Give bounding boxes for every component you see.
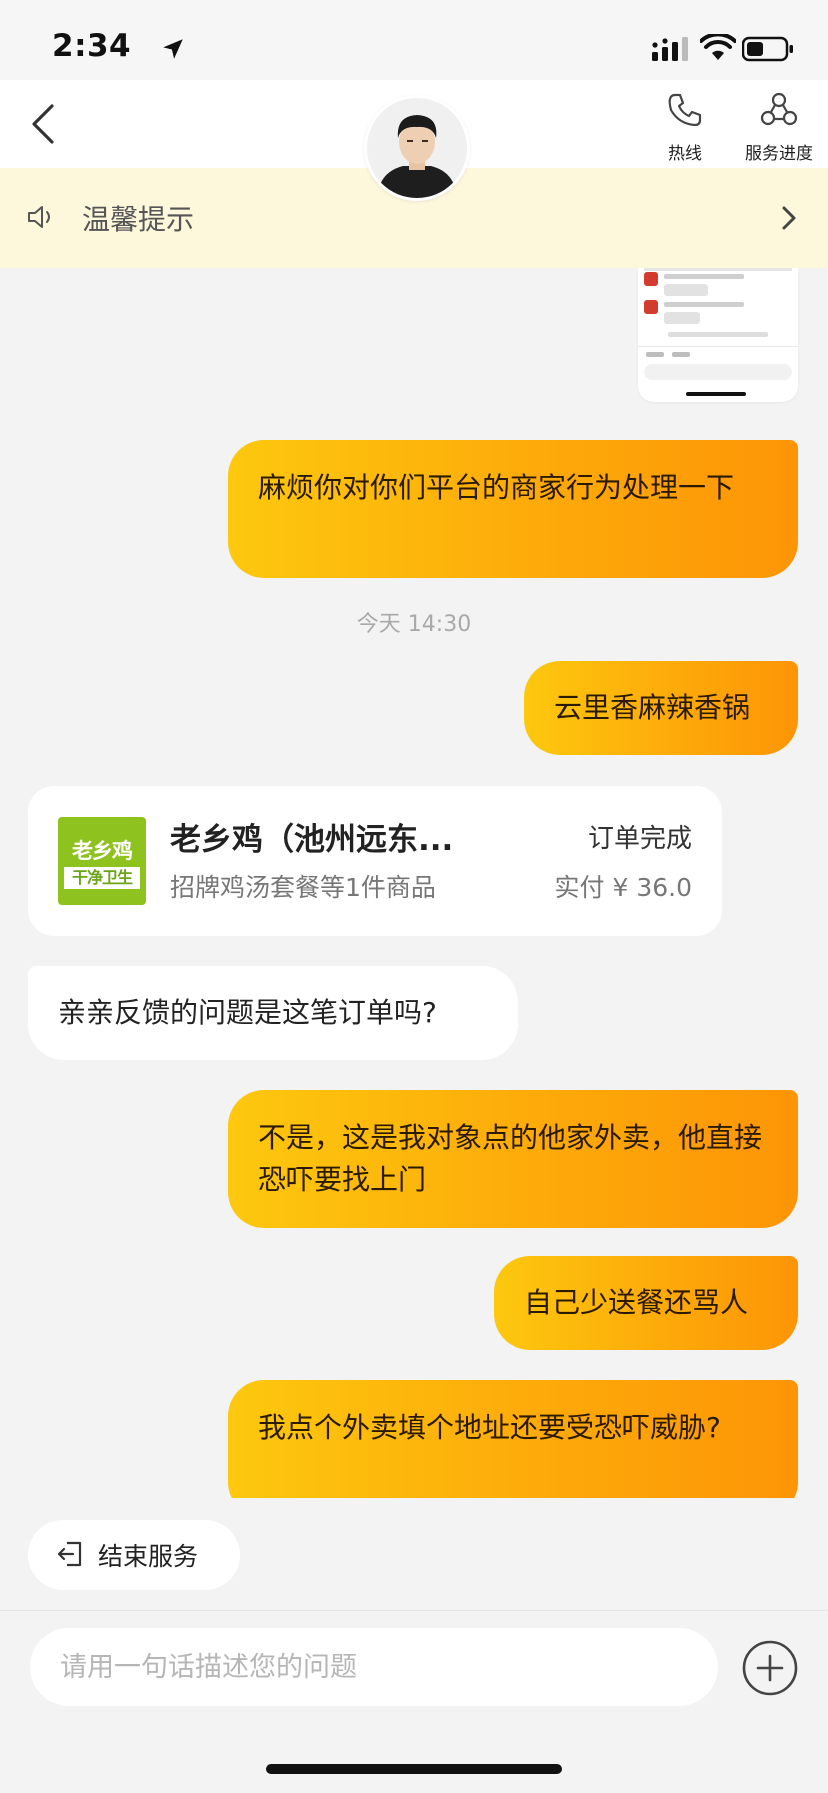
end-service-label: 结束服务 — [98, 1542, 199, 1571]
message-bubble-outgoing: 麻烦你对你们平台的商家行为处理一下 — [228, 440, 798, 578]
message-bubble-outgoing: 不是，这是我对象点的他家外卖，他直接恐吓要找上门 — [228, 1090, 798, 1228]
message-bubble-incoming: 亲亲反馈的问题是这笔订单吗? — [28, 966, 518, 1060]
screenshot-thumbnail[interactable] — [638, 268, 798, 402]
home-indicator — [266, 1764, 562, 1774]
thumbnail-line — [646, 352, 664, 357]
order-status: 订单完成 — [587, 824, 692, 854]
thumbnail-line — [664, 302, 744, 307]
service-progress-icon — [760, 92, 798, 126]
chat-messages[interactable]: 麻烦你对你们平台的商家行为处理一下 今天 14:30 云里香麻辣香锅 老乡鸡 干… — [0, 268, 828, 1498]
shop-logo-text: 老乡鸡 — [72, 839, 133, 863]
thumbnail-line — [664, 312, 700, 324]
thumbnail-top-bar — [644, 268, 792, 271]
service-progress-label: 服务进度 — [745, 144, 813, 164]
back-icon[interactable] — [22, 96, 66, 152]
speaker-icon — [28, 206, 50, 228]
thumbnail-divider — [638, 346, 798, 347]
order-items: 招牌鸡汤套餐等1件商品 — [170, 873, 436, 902]
shop-logo-slogan: 干净卫生 — [64, 867, 140, 889]
thumbnail-line — [664, 274, 744, 279]
thumbnail-line — [672, 352, 690, 357]
avatar-portrait-icon — [367, 98, 467, 198]
thumbnail-avatar-2 — [644, 300, 658, 314]
message-bubble-outgoing: 云里香麻辣香锅 — [524, 661, 798, 755]
message-input[interactable] — [30, 1628, 718, 1706]
hotline-button[interactable]: 热线 — [650, 88, 720, 168]
thumbnail-avatar-1 — [644, 272, 658, 286]
exit-icon — [57, 1541, 82, 1567]
hotline-label: 热线 — [668, 144, 702, 164]
phone-icon — [668, 93, 702, 127]
signal-icon — [652, 37, 688, 61]
order-paid-amount: 实付 ¥ 36.0 — [554, 873, 692, 902]
plus-icon[interactable] — [740, 1638, 800, 1698]
agent-avatar — [364, 95, 470, 201]
chevron-right-icon — [782, 206, 796, 230]
end-service-button[interactable]: 结束服务 — [28, 1520, 240, 1590]
shop-logo: 老乡鸡 干净卫生 — [58, 817, 146, 905]
order-card[interactable]: 老乡鸡 干净卫生 老乡鸡（池州远东... 招牌鸡汤套餐等1件商品 订单完成 实付… — [28, 786, 722, 936]
thumbnail-input — [644, 364, 792, 380]
wifi-icon — [700, 34, 736, 60]
thumbnail-line — [668, 332, 768, 337]
status-time: 2:34 — [52, 28, 132, 64]
shop-name: 老乡鸡（池州远东... — [170, 822, 454, 858]
notice-text: 温馨提示 — [82, 203, 195, 236]
thumbnail-line — [664, 284, 708, 296]
message-bubble-outgoing: 我点个外卖填个地址还要受恐吓威胁? — [228, 1380, 798, 1498]
battery-icon — [742, 36, 793, 62]
message-bubble-outgoing: 自己少送餐还骂人 — [494, 1256, 798, 1350]
service-progress-button[interactable]: 服务进度 — [736, 88, 822, 168]
navigation-arrow-icon — [163, 39, 183, 59]
message-timestamp: 今天 14:30 — [356, 612, 472, 637]
thumbnail-home-indicator — [686, 392, 746, 396]
